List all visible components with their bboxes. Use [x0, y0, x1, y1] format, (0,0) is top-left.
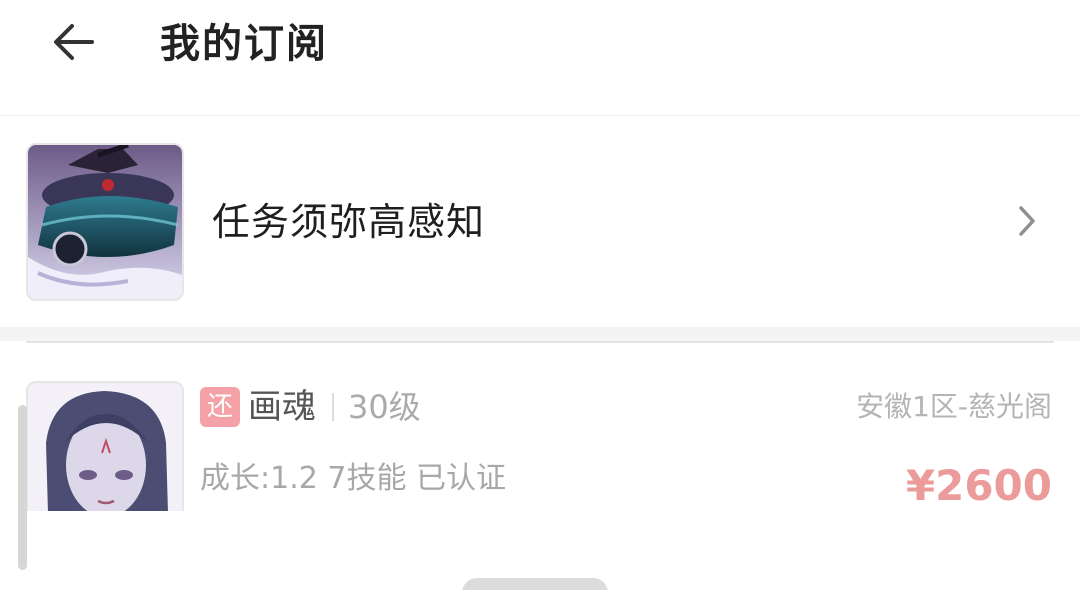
character-name: 画魂 — [248, 387, 316, 427]
price-label: ¥2600 — [905, 461, 1052, 510]
return-badge: 还 — [200, 387, 240, 427]
scrollbar[interactable] — [18, 405, 27, 570]
back-button[interactable] — [44, 16, 104, 72]
name-level-divider — [332, 393, 334, 421]
top-bar: 我的订阅 — [0, 0, 1080, 116]
app-root: 我的订阅 任务须弥高感知 还 画魂 30级 安徽1区-慈光阁 成长:1.2 7技… — [0, 0, 1080, 590]
subscription-row[interactable]: 任务须弥高感知 — [0, 117, 1080, 327]
character-level: 30级 — [348, 388, 421, 426]
section-divider — [0, 327, 1080, 341]
arrow-left-icon — [50, 18, 98, 70]
character-avatar — [26, 381, 184, 511]
subscription-name: 任务须弥高感知 — [212, 200, 486, 244]
subscription-avatar — [26, 143, 184, 301]
server-name: 安徽1区-慈光阁 — [856, 390, 1052, 423]
bottom-handle[interactable] — [462, 578, 608, 590]
listing-card[interactable]: 还 画魂 30级 安徽1区-慈光阁 成长:1.2 7技能 已认证 ¥2600 — [0, 343, 1080, 590]
chevron-right-icon — [1010, 199, 1044, 243]
character-attributes: 成长:1.2 7技能 已认证 — [200, 461, 506, 496]
page-title: 我的订阅 — [160, 21, 328, 67]
